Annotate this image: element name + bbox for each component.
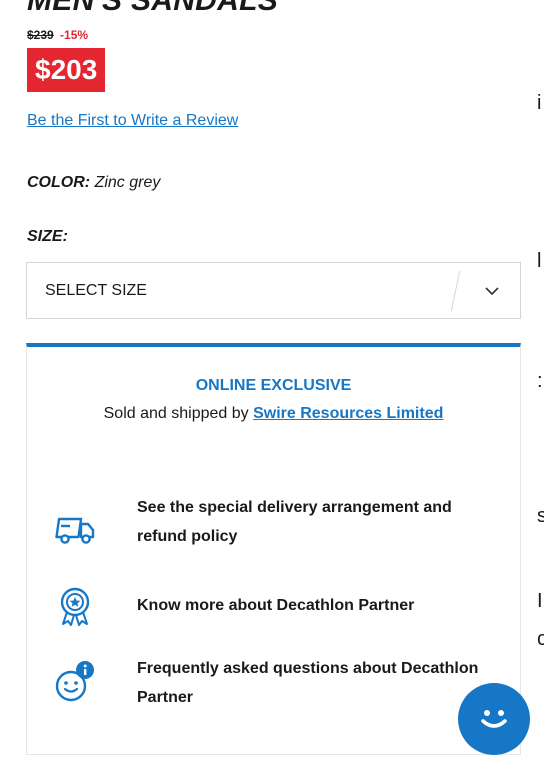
faq-text: Frequently asked questions about Decathl… — [137, 660, 479, 706]
color-row: COLOR: Zinc grey — [27, 174, 160, 192]
delivery-truck-icon — [55, 517, 95, 544]
sold-by-line: Sold and shipped by Swire Resources Limi… — [27, 405, 520, 423]
partner-info-text: Know more about Decathlon Partner — [137, 597, 415, 614]
chat-smiley-icon — [481, 710, 507, 728]
price-row: $239 -15% — [27, 28, 88, 42]
size-label: SIZE: — [27, 228, 68, 245]
partner-badge-icon — [60, 587, 90, 626]
sold-by-prefix: Sold and shipped by — [103, 405, 249, 422]
discount-badge: -15% — [60, 28, 89, 42]
online-exclusive-label: ONLINE EXCLUSIVE — [195, 377, 352, 394]
faq-smiley-info-icon — [55, 661, 94, 702]
edge-fragment: : — [537, 370, 543, 392]
chat-button[interactable] — [458, 683, 530, 755]
color-label: COLOR: — [27, 174, 91, 191]
partner-link[interactable]: Swire Resources Limited — [253, 405, 443, 422]
select-divider — [450, 271, 461, 311]
edge-fragment: c — [537, 628, 544, 650]
size-select-value: SELECT SIZE — [45, 282, 147, 299]
edge-fragment: s — [537, 505, 544, 527]
current-price: $203 — [27, 48, 106, 92]
partner-info-panel: ONLINE EXCLUSIVE Sold and shipped by Swi… — [26, 343, 521, 755]
delivery-policy-text: See the special delivery arrangement and… — [137, 499, 452, 545]
old-price: $239 — [27, 28, 54, 42]
color-value: Zinc grey — [94, 174, 161, 191]
edge-fragment: l — [537, 250, 542, 272]
write-review-link[interactable]: Be the First to Write a Review — [27, 112, 238, 130]
product-title: MEN'S SANDALS — [27, 0, 279, 17]
edge-fragment: I — [537, 590, 543, 612]
chevron-down-icon — [485, 287, 499, 296]
edge-fragment: i — [537, 92, 542, 114]
size-select[interactable]: SELECT SIZE — [26, 262, 521, 319]
